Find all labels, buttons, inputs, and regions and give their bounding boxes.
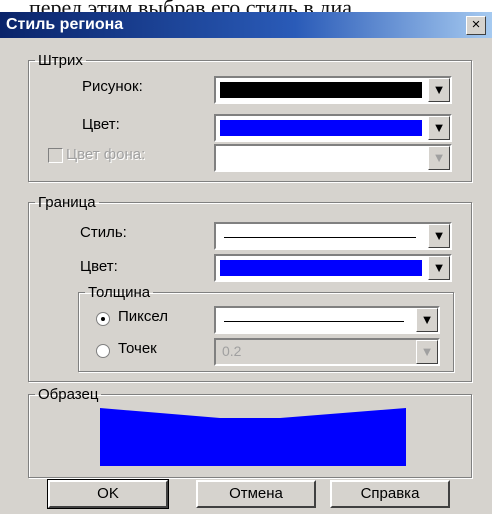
pixel-radio[interactable] [96, 312, 110, 326]
dropdown-arrow-icon[interactable]: ▼ [428, 224, 450, 248]
title-bar[interactable]: Стиль региона × [0, 12, 492, 38]
border-legend: Граница [38, 194, 96, 211]
border-color-swatch [220, 260, 422, 276]
sample-legend: Образец [38, 386, 99, 403]
dropdown-arrow-icon[interactable]: ▼ [428, 116, 450, 140]
dropdown-arrow-icon[interactable]: ▼ [416, 340, 438, 364]
sample-preview [100, 408, 406, 466]
pattern-dropdown[interactable]: ▼ [214, 76, 452, 104]
region-style-dialog: Стиль региона × Штрих Рисунок: ▼ Цвет: ▼… [0, 12, 492, 514]
pixel-label: Пиксел [118, 308, 168, 325]
close-icon[interactable]: × [466, 16, 486, 35]
radio-dot [101, 317, 105, 321]
points-value: 0.2 [222, 343, 242, 359]
points-label: Точек [118, 340, 157, 357]
bg-color-checkbox[interactable] [48, 148, 63, 163]
border-color-label: Цвет: [80, 258, 118, 275]
help-button[interactable]: Справка [330, 480, 450, 508]
border-style-line [224, 237, 416, 238]
dropdown-arrow-icon[interactable]: ▼ [416, 308, 438, 332]
stroke-color-swatch [220, 120, 422, 136]
border-style-dropdown[interactable]: ▼ [214, 222, 452, 250]
pattern-swatch [220, 82, 422, 98]
ok-button[interactable]: OK [47, 479, 169, 509]
points-radio[interactable] [96, 344, 110, 358]
sample-shape [100, 408, 406, 466]
pixel-line [224, 321, 404, 322]
thickness-legend: Толщина [88, 284, 151, 301]
stroke-color-label: Цвет: [82, 116, 120, 133]
stroke-color-dropdown[interactable]: ▼ [214, 114, 452, 142]
dropdown-arrow-icon[interactable]: ▼ [428, 256, 450, 280]
stroke-legend: Штрих [38, 52, 83, 69]
pixel-dropdown[interactable]: ▼ [214, 306, 440, 334]
dialog-title: Стиль региона [6, 16, 124, 33]
bg-color-dropdown[interactable]: ▼ [214, 144, 452, 172]
pattern-label: Рисунок: [82, 78, 143, 95]
border-color-dropdown[interactable]: ▼ [214, 254, 452, 282]
cancel-button[interactable]: Отмена [196, 480, 316, 508]
points-dropdown[interactable]: 0.2 ▼ [214, 338, 440, 366]
dropdown-arrow-icon[interactable]: ▼ [428, 78, 450, 102]
bg-color-label: Цвет фона: [66, 146, 146, 163]
border-style-label: Стиль: [80, 224, 127, 241]
dropdown-arrow-icon[interactable]: ▼ [428, 146, 450, 170]
